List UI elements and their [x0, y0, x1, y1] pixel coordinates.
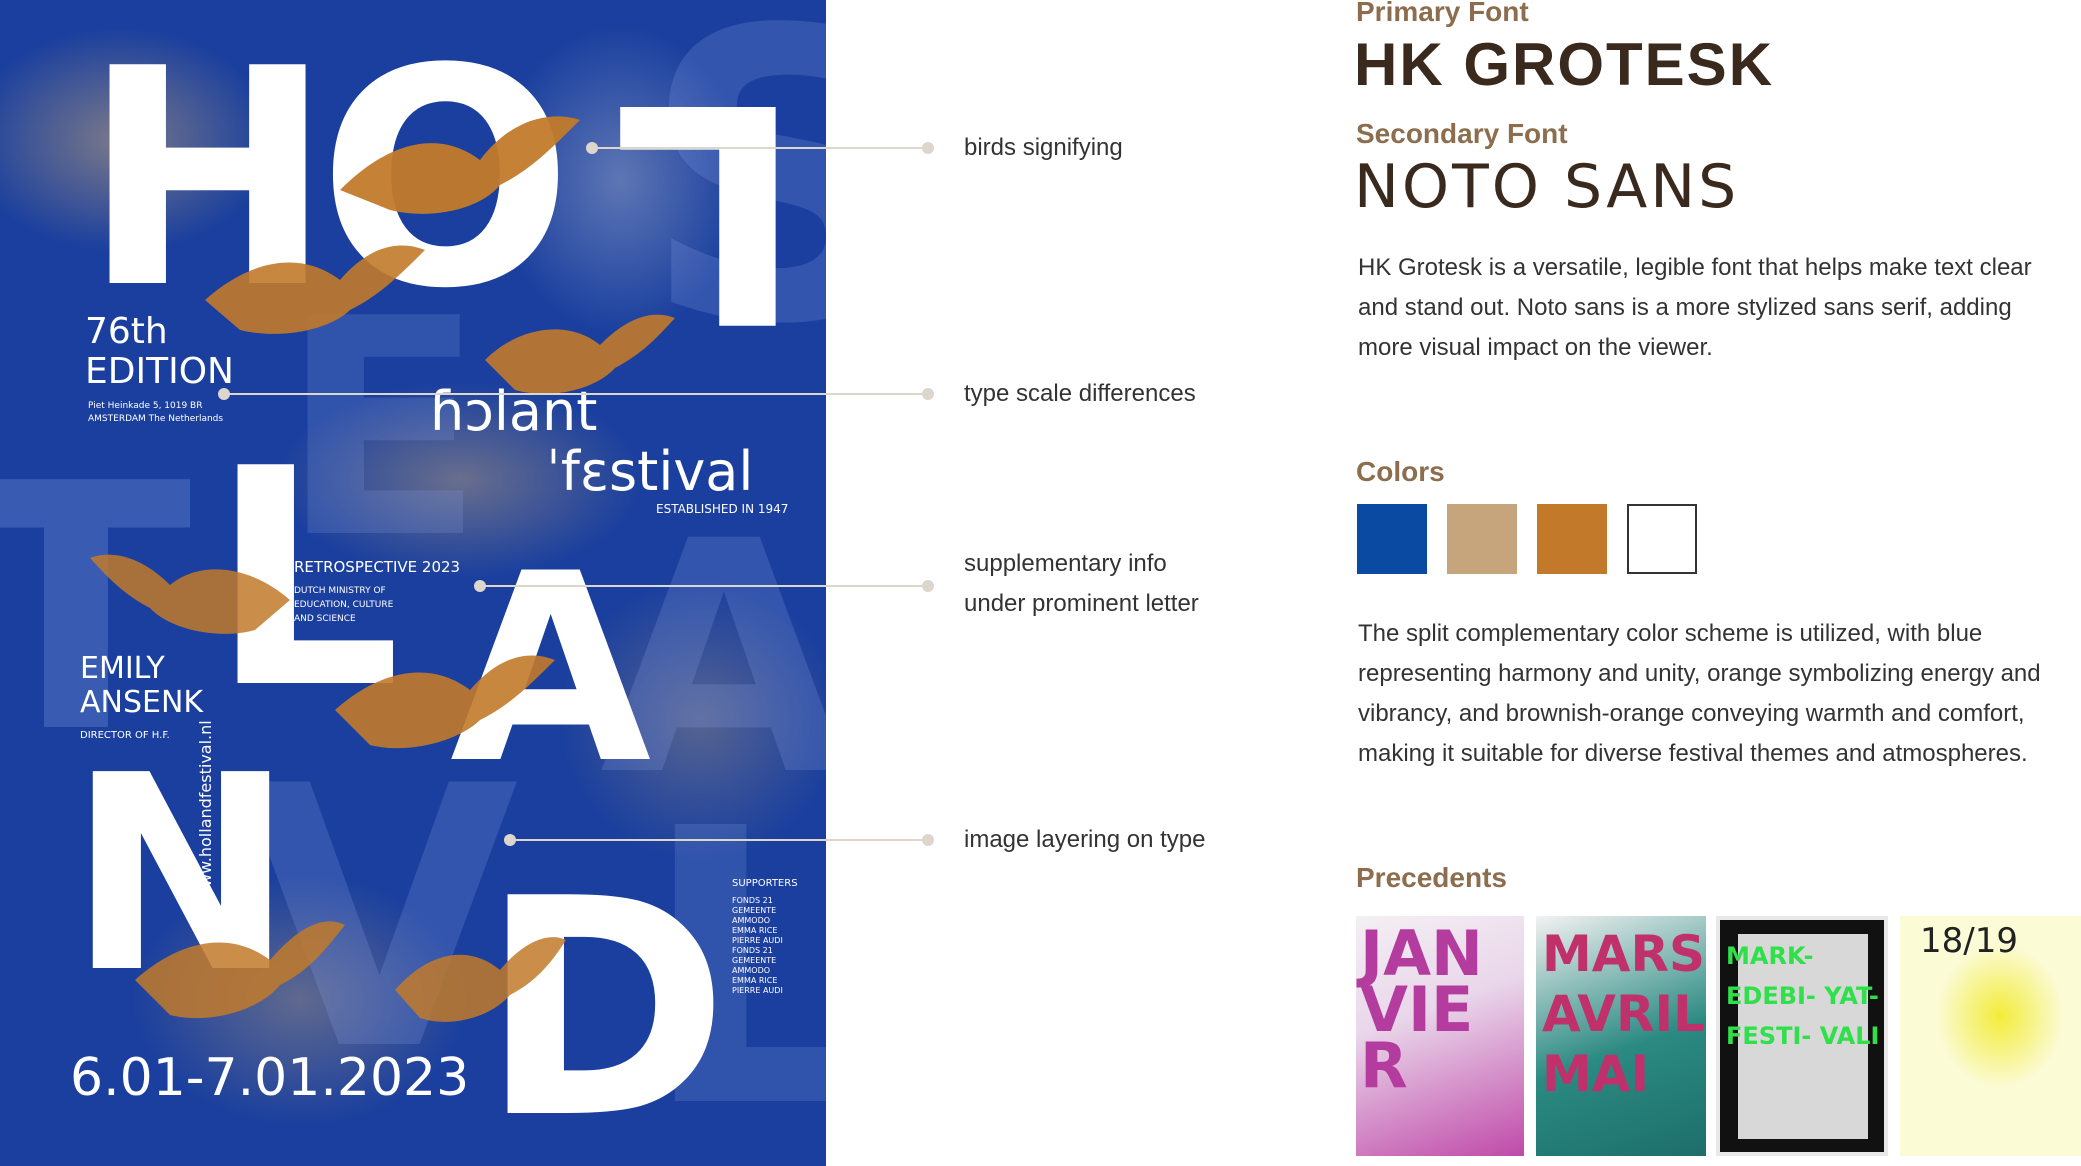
- callout-line: [592, 147, 928, 149]
- bird-illustration: [135, 921, 345, 1019]
- poster-address: Piet Heinkade 5, 1019 BR AMSTERDAM The N…: [88, 401, 224, 424]
- poster-ministry: DUTCH MINISTRY OF EDUCATION, CULTURE AND…: [294, 586, 394, 624]
- poster-supporters-list: FONDS 21 GEMEENTE AMMODO EMMA RICE PIERR…: [732, 896, 783, 995]
- bird-illustration: [395, 937, 566, 1022]
- callout-line: [510, 839, 928, 841]
- callout-dot: [922, 142, 934, 154]
- callout-image-layering: image layering on type: [964, 826, 1206, 853]
- poster-website: www.hollandfestival.nl: [196, 720, 215, 900]
- bird-illustration: [335, 655, 555, 749]
- callout-dot: [922, 388, 934, 400]
- callout-dot: [922, 580, 934, 592]
- color-swatch-tan: [1447, 504, 1517, 574]
- primary-font-label: Primary Font: [1356, 0, 1529, 27]
- bird-illustration: [205, 245, 425, 334]
- primary-font-name: HK GROTESK: [1354, 31, 1775, 98]
- poster-dates: 6.01-7.01.2023: [70, 1048, 470, 1108]
- poster-person-role: DIRECTOR OF H.F.: [80, 730, 170, 741]
- color-swatch-blue: [1357, 504, 1427, 574]
- precedent-thumbnail[interactable]: JANVIER: [1356, 916, 1524, 1156]
- poster-supporters-title: SUPPORTERS: [732, 878, 798, 889]
- callout-type-scale: type scale differences: [964, 380, 1196, 407]
- colors-label: Colors: [1356, 456, 1445, 487]
- callout-birds: birds signifying: [964, 134, 1123, 161]
- precedent-thumbnail-text: 18/19: [1920, 921, 2018, 961]
- secondary-font-label: Secondary Font: [1356, 118, 1568, 149]
- color-swatch-white: [1627, 504, 1697, 574]
- poster-holland-phonetic: ɦɔlant: [430, 380, 598, 443]
- poster-festival-phonetic: ˈfɛstival: [546, 440, 754, 503]
- precedent-thumbnail-text: JANVIER: [1360, 917, 1483, 1102]
- colors-description: The split complementary color scheme is …: [1358, 620, 2041, 767]
- callout-line: [480, 585, 928, 587]
- callout-dot: [922, 834, 934, 846]
- bird-illustration: [340, 116, 580, 214]
- precedent-thumbnail[interactable]: 18/19: [1900, 916, 2081, 1156]
- precedent-thumbnail-text: MARS AVRIL MAI: [1542, 925, 1705, 1103]
- poster-established: ESTABLISHED IN 1947: [656, 502, 789, 516]
- font-description: HK Grotesk is a versatile, legible font …: [1358, 254, 2032, 361]
- poster-edition: 76th EDITION: [85, 311, 234, 392]
- callout-line: [224, 393, 928, 395]
- bird-illustration: [90, 554, 290, 634]
- poster-retrospective: RETROSPECTIVE 2023: [294, 558, 461, 576]
- precedents-label: Precedents: [1356, 862, 1507, 893]
- secondary-font-name: NOTO SANS: [1354, 152, 1740, 222]
- poster-person-name: EMILY ANSENK: [80, 651, 204, 720]
- color-swatch-orange: [1537, 504, 1607, 574]
- precedent-thumbnail[interactable]: MARS AVRIL MAI: [1536, 916, 1706, 1156]
- callout-supplementary: supplementary info under prominent lette…: [964, 550, 1199, 617]
- precedent-thumbnail-text: MARK- EDEBI- YAT- FESTI- VALI: [1726, 942, 1880, 1050]
- precedent-thumbnail[interactable]: MARK- EDEBI- YAT- FESTI- VALI: [1716, 916, 1888, 1156]
- festival-poster: S T E V A L H O L L A N D 76th EDITION P…: [0, 0, 826, 1166]
